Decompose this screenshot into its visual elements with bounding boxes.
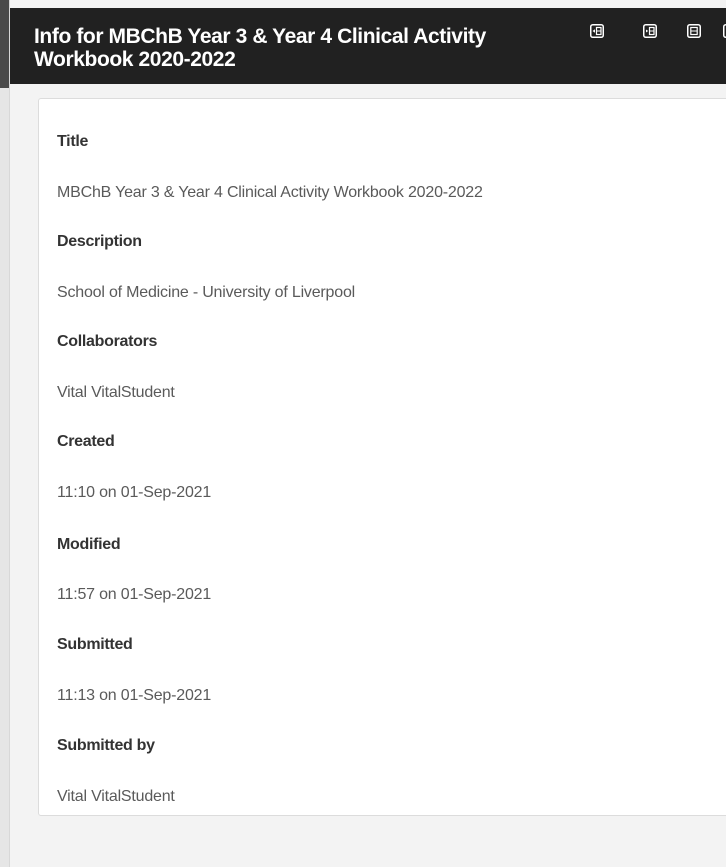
description-value: School of Medicine - University of Liver… (57, 284, 356, 301)
panel-header: Info for MBChB Year 3 & Year 4 Clinical … (10, 8, 726, 84)
collapse-left-button[interactable] (641, 22, 659, 40)
info-panel: Info for MBChB Year 3 & Year 4 Clinical … (9, 0, 726, 867)
info-card: Title MBChB Year 3 & Year 4 Clinical Act… (38, 98, 726, 816)
collaborators-value: Vital VitalStudent (57, 384, 175, 401)
maximize-button[interactable] (685, 22, 703, 40)
collapse-left-icon (643, 24, 657, 38)
collaborators-label: Collaborators (57, 333, 158, 350)
modified-value: 11:57 on 01-Sep-2021 (57, 586, 212, 603)
title-value: MBChB Year 3 & Year 4 Clinical Activity … (57, 184, 483, 201)
expand-left-button[interactable] (588, 22, 606, 40)
maximize-icon (687, 24, 701, 38)
created-label: Created (57, 433, 115, 450)
panel-title: Info for MBChB Year 3 & Year 4 Clinical … (34, 25, 486, 71)
submitted-by-value: Vital VitalStudent (57, 788, 175, 805)
submitted-by-label: Submitted by (57, 737, 155, 754)
close-button[interactable] (721, 22, 726, 40)
created-value: 11:10 on 01-Sep-2021 (57, 484, 212, 501)
submitted-value: 11:13 on 01-Sep-2021 (57, 687, 212, 704)
title-label: Title (57, 133, 89, 150)
description-label: Description (57, 233, 142, 250)
modified-label: Modified (57, 536, 121, 553)
expand-left-icon (590, 24, 604, 38)
submitted-label: Submitted (57, 636, 133, 653)
page-left-edge-header (0, 0, 9, 88)
page-left-edge (0, 0, 9, 867)
